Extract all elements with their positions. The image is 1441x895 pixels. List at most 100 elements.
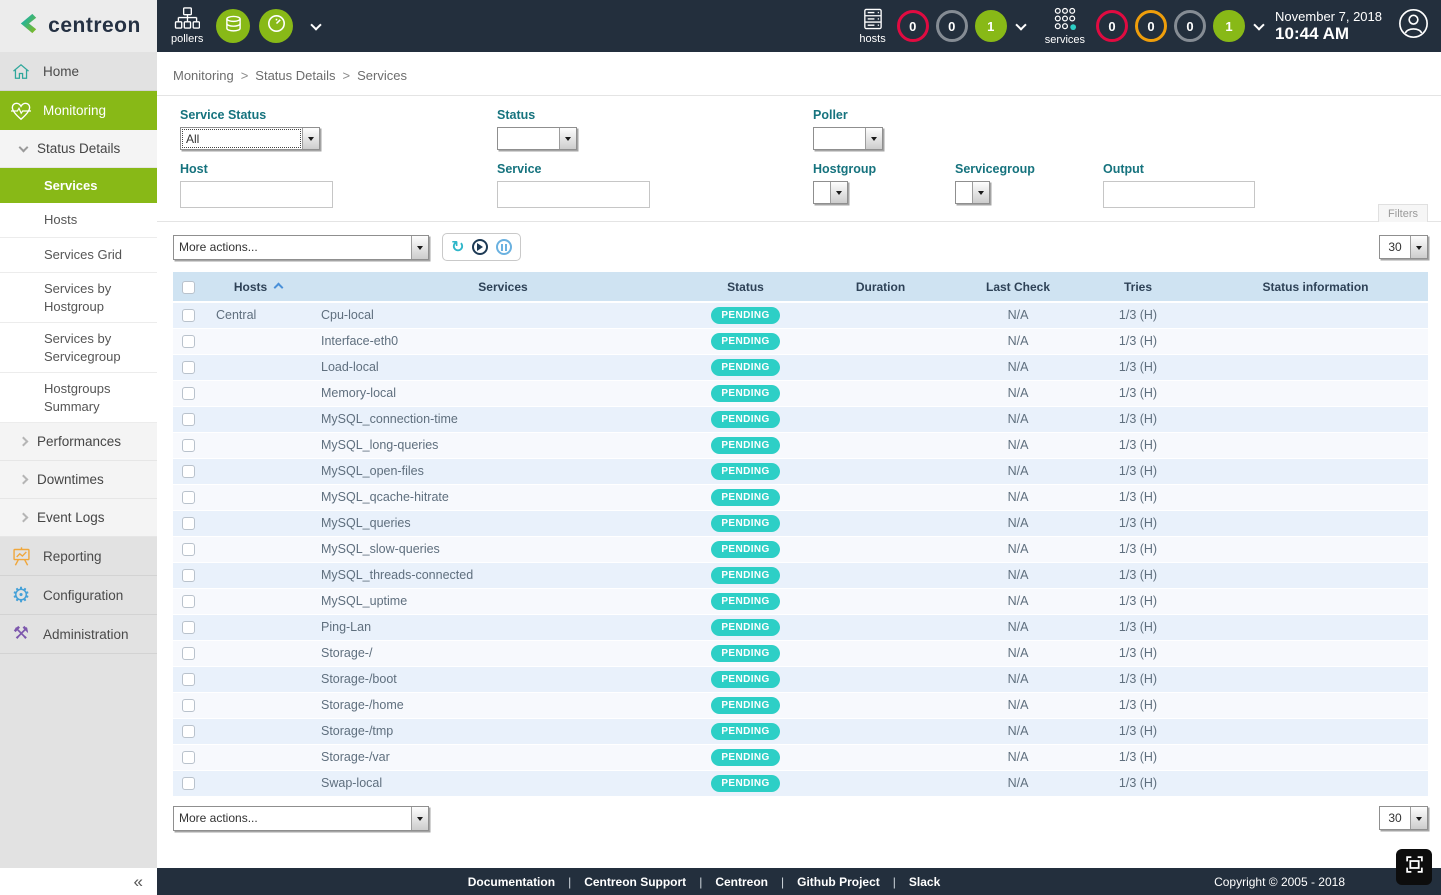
footer-link-documentation[interactable]: Documentation: [468, 875, 555, 889]
page-size-select-bottom[interactable]: 30: [1379, 806, 1428, 830]
column-header-last-check[interactable]: Last Check: [963, 272, 1073, 302]
service-status-counter[interactable]: 0: [1096, 10, 1128, 42]
sidebar-item-administration[interactable]: ⚒Administration: [0, 615, 157, 654]
sidebar-item-performances[interactable]: Performances: [0, 423, 157, 461]
sidebar-item-services[interactable]: Services: [0, 168, 157, 203]
host-cell[interactable]: [203, 328, 313, 354]
service-cell[interactable]: Storage-/: [313, 640, 693, 666]
footer-link-centreon-support[interactable]: Centreon Support: [584, 875, 686, 889]
service-status-counter[interactable]: 0: [1135, 10, 1167, 42]
host-cell[interactable]: [203, 562, 313, 588]
service-cell[interactable]: MySQL_long-queries: [313, 432, 693, 458]
row-checkbox[interactable]: [182, 439, 195, 452]
service-cell[interactable]: MySQL_queries: [313, 510, 693, 536]
column-header-status-information[interactable]: Status information: [1203, 272, 1428, 302]
breadcrumb-item[interactable]: Services: [357, 68, 407, 83]
column-header-tries[interactable]: Tries: [1073, 272, 1203, 302]
pause-icon[interactable]: [496, 239, 512, 255]
sidebar-item-configuration[interactable]: ⚙Configuration: [0, 576, 157, 615]
column-header-status[interactable]: Status: [693, 272, 798, 302]
service-cell[interactable]: MySQL_slow-queries: [313, 536, 693, 562]
host-cell[interactable]: [203, 406, 313, 432]
host-cell[interactable]: [203, 692, 313, 718]
service-cell[interactable]: Storage-/tmp: [313, 718, 693, 744]
sidebar-item-hosts[interactable]: Hosts: [0, 203, 157, 238]
sidebar-item-services-by-hostgroup[interactable]: Services by Hostgroup: [0, 273, 157, 323]
row-checkbox[interactable]: [182, 699, 195, 712]
host-cell[interactable]: [203, 458, 313, 484]
hosts-menu[interactable]: hosts: [859, 8, 885, 45]
service-cell[interactable]: Storage-/var: [313, 744, 693, 770]
row-checkbox[interactable]: [182, 777, 195, 790]
service-cell[interactable]: MySQL_threads-connected: [313, 562, 693, 588]
page-size-select[interactable]: 30: [1379, 235, 1428, 259]
service-cell[interactable]: Cpu-local: [313, 302, 693, 328]
row-checkbox[interactable]: [182, 673, 195, 686]
select-all-checkbox[interactable]: [182, 281, 195, 294]
host-cell[interactable]: [203, 380, 313, 406]
filters-tab[interactable]: Filters: [1378, 204, 1428, 222]
footer-link-github-project[interactable]: Github Project: [797, 875, 880, 889]
column-header-services[interactable]: Services: [313, 272, 693, 302]
service-cell[interactable]: Interface-eth0: [313, 328, 693, 354]
more-actions-select[interactable]: More actions...: [173, 235, 429, 260]
host-cell[interactable]: [203, 510, 313, 536]
host-cell[interactable]: [203, 354, 313, 380]
host-status-counter[interactable]: 0: [897, 10, 929, 42]
service-status-counter[interactable]: 1: [1213, 10, 1245, 42]
service-cell[interactable]: MySQL_open-files: [313, 458, 693, 484]
sidebar-item-services-by-servicegroup[interactable]: Services by Servicegroup: [0, 323, 157, 373]
sidebar-item-downtimes[interactable]: Downtimes: [0, 461, 157, 499]
service-input[interactable]: [497, 181, 650, 208]
column-header-duration[interactable]: Duration: [798, 272, 963, 302]
row-checkbox[interactable]: [182, 361, 195, 374]
service-status-select[interactable]: All: [180, 127, 320, 150]
host-cell[interactable]: [203, 770, 313, 796]
host-cell[interactable]: [203, 588, 313, 614]
sidebar-item-reporting[interactable]: Reporting: [0, 537, 157, 576]
service-status-counter[interactable]: 0: [1174, 10, 1206, 42]
sidebar-item-event-logs[interactable]: Event Logs: [0, 499, 157, 537]
column-header-hosts[interactable]: Hosts: [203, 272, 313, 302]
sidebar-item-hostgroups-summary[interactable]: Hostgroups Summary: [0, 373, 157, 423]
service-cell[interactable]: Storage-/boot: [313, 666, 693, 692]
host-input[interactable]: [180, 181, 333, 208]
row-checkbox[interactable]: [182, 517, 195, 530]
pollers-menu[interactable]: pollers: [171, 7, 203, 45]
service-cell[interactable]: Memory-local: [313, 380, 693, 406]
host-cell[interactable]: [203, 614, 313, 640]
play-icon[interactable]: [472, 239, 488, 255]
services-menu[interactable]: services: [1045, 7, 1085, 46]
refresh-icon[interactable]: ↻: [451, 239, 464, 255]
poller-chevron-down-icon[interactable]: [311, 19, 322, 30]
host-cell[interactable]: [203, 744, 313, 770]
service-cell[interactable]: Load-local: [313, 354, 693, 380]
hostgroup-select[interactable]: [813, 181, 848, 204]
footer-link-centreon[interactable]: Centreon: [715, 875, 768, 889]
row-checkbox[interactable]: [182, 725, 195, 738]
breadcrumb-item[interactable]: Monitoring: [173, 68, 234, 83]
row-checkbox[interactable]: [182, 621, 195, 634]
servicegroup-select[interactable]: [955, 181, 990, 204]
service-cell[interactable]: MySQL_uptime: [313, 588, 693, 614]
fullscreen-button[interactable]: [1396, 849, 1432, 885]
row-checkbox[interactable]: [182, 647, 195, 660]
row-checkbox[interactable]: [182, 569, 195, 582]
row-checkbox[interactable]: [182, 465, 195, 478]
breadcrumb-item[interactable]: Status Details: [255, 68, 335, 83]
database-status-button[interactable]: [216, 9, 250, 43]
service-cell[interactable]: Ping-Lan: [313, 614, 693, 640]
row-checkbox[interactable]: [182, 387, 195, 400]
service-cell[interactable]: Storage-/home: [313, 692, 693, 718]
host-cell[interactable]: [203, 718, 313, 744]
more-actions-select-bottom[interactable]: More actions...: [173, 806, 429, 831]
latency-status-button[interactable]: [259, 9, 293, 43]
host-status-counter[interactable]: 0: [936, 10, 968, 42]
sidebar-collapse-button[interactable]: «: [134, 872, 143, 892]
host-cell[interactable]: Central: [203, 302, 313, 328]
sidebar-item-home[interactable]: Home: [0, 52, 157, 91]
row-checkbox[interactable]: [182, 309, 195, 322]
service-cell[interactable]: Swap-local: [313, 770, 693, 796]
status-select[interactable]: [497, 127, 577, 150]
row-checkbox[interactable]: [182, 335, 195, 348]
